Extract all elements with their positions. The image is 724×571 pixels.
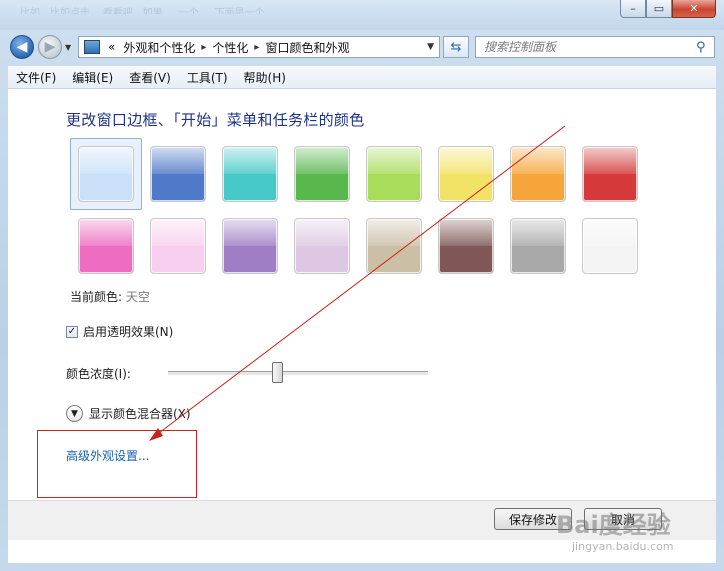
- annotation-arrow-line: [154, 125, 566, 437]
- watermark-logo: Bai度经验: [556, 511, 671, 539]
- watermark-url: jingyan.baidu.com: [572, 540, 674, 553]
- annotation-arrowhead: [149, 428, 163, 441]
- annotation-arrow: [149, 125, 566, 441]
